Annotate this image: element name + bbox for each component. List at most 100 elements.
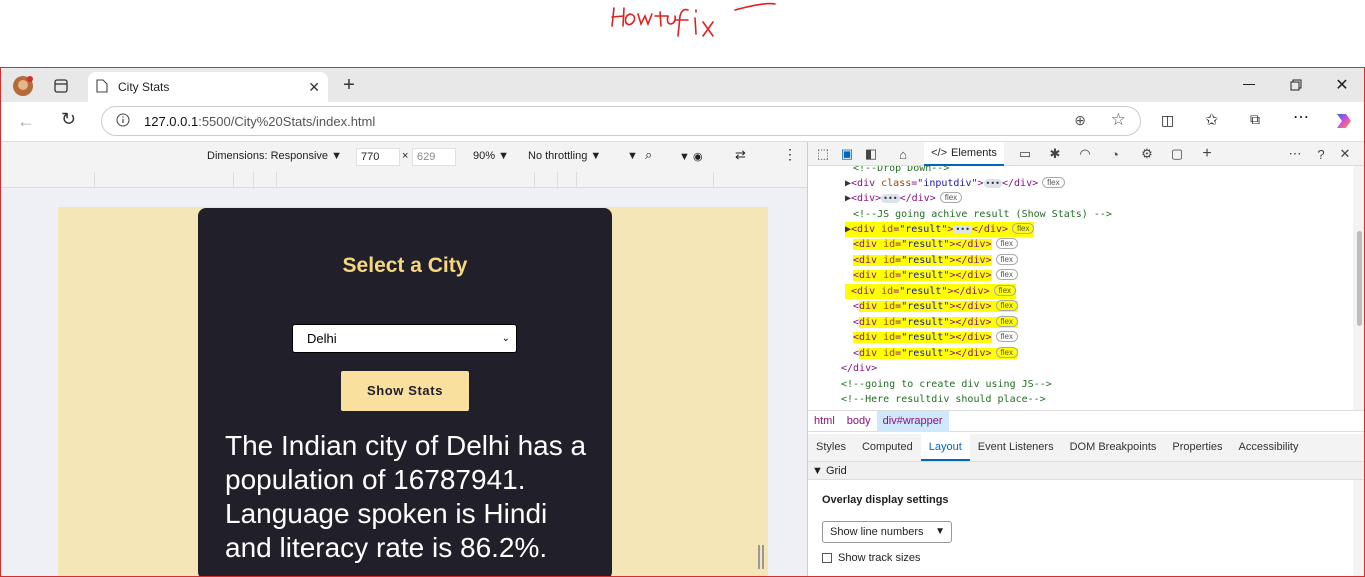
dom-node-result[interactable]: <div id="result"></div> flex — [853, 253, 1018, 268]
browser-window: City Stats ✕ + ✕ ← ↻ 127.0.0.1:5500/City… — [0, 67, 1365, 577]
dom-comment: <!--Here resultdiv should place--> — [841, 394, 1046, 405]
how-to-fix-annotation — [600, 0, 800, 60]
breadcrumb: html body div#wrapper — [808, 410, 1364, 432]
back-icon[interactable]: ← — [17, 111, 35, 132]
inspect-icon[interactable]: ⬚ — [814, 146, 832, 162]
device-viewport: Select a City Delhi ⌄ Show Stats The Ind… — [1, 188, 807, 576]
tab-properties[interactable]: Properties — [1164, 434, 1230, 461]
tab-title: City Stats — [118, 80, 170, 94]
dom-node-result[interactable]: ▶<div id="result"> ••• </div> flex — [845, 222, 1035, 237]
viewport-width-input[interactable]: 770 — [356, 148, 400, 166]
minimize-button[interactable] — [1226, 72, 1272, 98]
sensor-icon[interactable]: ⌕ — [645, 147, 652, 163]
address-toolbar: ← ↻ 127.0.0.1:5500/City%20Stats/index.ht… — [1, 102, 1364, 142]
dom-comment: <!--Drop Down--> — [853, 166, 950, 174]
dom-node-result[interactable]: <div id="result"></div> flex — [853, 346, 1018, 361]
dom-comment: <!--JS going achive result (Show Stats) … — [853, 209, 1112, 220]
city-card: Select a City Delhi ⌄ Show Stats The Ind… — [198, 208, 612, 576]
split-screen-icon[interactable]: ◫ — [1161, 112, 1174, 129]
breadcrumb-html[interactable]: html — [808, 415, 841, 427]
layout-scrollbar[interactable] — [1353, 480, 1364, 576]
resize-handle[interactable] — [758, 545, 764, 569]
show-stats-button[interactable]: Show Stats — [341, 371, 469, 411]
dom-node-result[interactable]: <div id="result"></div> flex — [853, 299, 1018, 314]
dimensions-dropdown[interactable]: Dimensions: Responsive ▼ — [207, 150, 342, 162]
tab-layout[interactable]: Layout — [920, 434, 970, 461]
scroll-thumb[interactable] — [1357, 231, 1362, 326]
city-select[interactable]: Delhi ⌄ — [292, 324, 517, 353]
sidebar-tabs: Styles Computed Layout Event Listeners D… — [808, 434, 1364, 462]
save-data-dropdown[interactable]: ▼ — [627, 150, 638, 162]
close-devtools-icon[interactable]: ✕ — [1336, 146, 1354, 162]
favorites-icon[interactable]: ✩ — [1205, 110, 1218, 130]
zoom-icon[interactable]: ⊕ — [1074, 112, 1086, 129]
dom-node-inputdiv[interactable]: ▶<div class="inputdiv"> ••• </div> flex — [845, 176, 1065, 191]
restore-button[interactable] — [1273, 72, 1319, 98]
rotate-icon[interactable]: ⇄ — [735, 147, 746, 163]
result-text: The Indian city of Delhi has a populatio… — [225, 430, 587, 563]
application-icon[interactable]: ▢ — [1168, 146, 1186, 162]
favorite-star-icon[interactable]: ☆ — [1111, 110, 1126, 130]
devtools-tabbar: ⬚ ▣ ◧ ⌂ </> Elements ▭ ✱ ◠ ◔ ⚙ ▢ + ⋯ ? ✕ — [808, 142, 1364, 166]
dom-tree-scrollbar[interactable] — [1353, 166, 1364, 410]
tab-styles[interactable]: Styles — [808, 434, 854, 461]
page-icon — [96, 78, 108, 96]
refresh-icon[interactable]: ↻ — [61, 109, 76, 130]
performance-icon[interactable]: ◔ — [1106, 146, 1124, 162]
sources-bug-icon[interactable]: ✱ — [1046, 146, 1064, 162]
device-toggle-icon[interactable]: ▣ — [838, 146, 856, 162]
vision-dropdown[interactable]: ▼ ◉ — [679, 150, 703, 163]
dom-node-div[interactable]: ▶<div> ••• </div> flex — [845, 191, 963, 206]
device-more-icon[interactable]: ⋮ — [783, 146, 797, 163]
copilot-icon[interactable] — [1333, 110, 1355, 135]
tab-computed[interactable]: Computed — [854, 434, 921, 461]
caret-down-icon: ▼ — [935, 526, 945, 537]
more-tools-plus-icon[interactable]: + — [1198, 145, 1216, 162]
tab-accessibility[interactable]: Accessibility — [1231, 434, 1307, 461]
tab-event-listeners[interactable]: Event Listeners — [970, 434, 1062, 461]
throttling-dropdown[interactable]: No throttling ▼ — [528, 150, 601, 162]
devtools-panel: ⬚ ▣ ◧ ⌂ </> Elements ▭ ✱ ◠ ◔ ⚙ ▢ + ⋯ ? ✕ … — [807, 142, 1364, 576]
checkbox-box[interactable] — [822, 553, 832, 563]
track-sizes-checkbox[interactable]: Show track sizes — [822, 552, 921, 564]
city-select-value: Delhi — [307, 331, 337, 346]
dom-node-result[interactable]: <div id="result"></div> flex — [853, 315, 1018, 330]
grid-section-header[interactable]: ▼ Grid — [808, 462, 1364, 480]
close-tab-icon[interactable]: ✕ — [308, 79, 320, 96]
chevron-down-icon: ⌄ — [501, 333, 510, 344]
tab-strip: City Stats ✕ + ✕ — [1, 68, 1364, 102]
media-query-ruler — [1, 172, 807, 188]
line-numbers-select[interactable]: Show line numbers ▼ — [822, 521, 952, 543]
tab-city-stats[interactable]: City Stats ✕ — [88, 72, 328, 102]
checkbox-label: Show track sizes — [838, 552, 921, 564]
dom-node-result[interactable]: <div id="result"></div> flex — [853, 268, 1018, 283]
network-wifi-icon[interactable]: ◠ — [1076, 146, 1094, 162]
zoom-dropdown[interactable]: 90% ▼ — [473, 150, 509, 162]
dock-icon[interactable]: ◧ — [862, 146, 880, 162]
welcome-home-icon[interactable]: ⌂ — [894, 146, 912, 162]
address-bar[interactable]: 127.0.0.1:5500/City%20Stats/index.html ⊕… — [101, 106, 1141, 136]
dom-tree: <!--Drop Down--> ▶<div class="inputdiv">… — [808, 166, 1353, 410]
tab-elements[interactable]: </> Elements — [924, 142, 1004, 166]
help-icon[interactable]: ? — [1312, 146, 1330, 162]
site-info-icon[interactable] — [116, 113, 130, 130]
collections-icon[interactable]: ⧉ — [1250, 111, 1260, 128]
console-icon[interactable]: ▭ — [1016, 146, 1034, 162]
dom-close-tag[interactable]: </div> — [841, 361, 877, 376]
viewport-height-input[interactable]: 629 — [412, 148, 456, 166]
dom-node-result[interactable]: <div id="result"></div> flex — [845, 284, 1017, 299]
devtools-more-icon[interactable]: ⋯ — [1286, 146, 1304, 162]
dom-node-result[interactable]: <div id="result"></div> flex — [853, 237, 1018, 252]
page-title: Select a City — [342, 254, 468, 277]
tab-actions-icon[interactable] — [51, 76, 71, 96]
breadcrumb-wrapper[interactable]: div#wrapper — [876, 410, 949, 432]
dom-node-result[interactable]: <div id="result"></div> flex — [853, 330, 1018, 345]
breadcrumb-body[interactable]: body — [841, 415, 877, 427]
new-tab-button[interactable]: + — [337, 74, 361, 98]
settings-gear-icon[interactable]: ⚙ — [1138, 146, 1156, 162]
dom-comment: <!--going to create div using JS--> — [841, 379, 1052, 390]
profile-avatar[interactable] — [11, 74, 35, 98]
more-options-icon[interactable]: ⋯ — [1293, 107, 1309, 127]
tab-dom-breakpoints[interactable]: DOM Breakpoints — [1062, 434, 1165, 461]
close-window-button[interactable]: ✕ — [1319, 72, 1364, 98]
